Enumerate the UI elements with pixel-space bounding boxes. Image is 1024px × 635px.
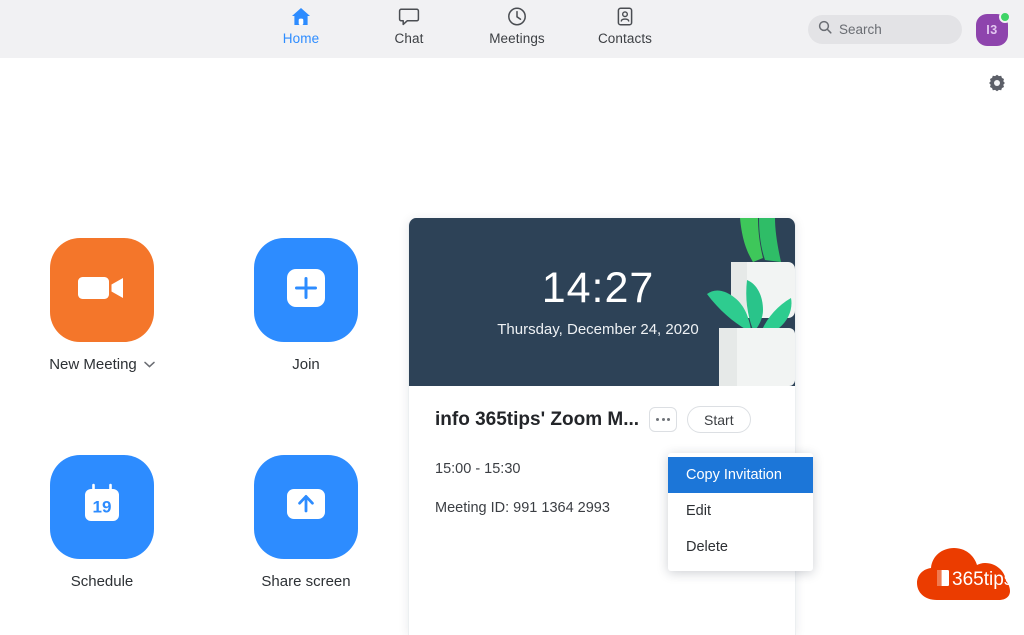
search-icon [818, 20, 832, 39]
avatar[interactable]: I3 [976, 14, 1008, 46]
tab-meetings[interactable]: Meetings [481, 4, 553, 46]
context-menu-item-edit[interactable]: Edit [668, 493, 813, 529]
quick-actions: New Meeting Join [0, 58, 408, 635]
watermark-365tips: 365tips [915, 546, 1011, 608]
chat-bubble-icon [398, 4, 420, 28]
home-icon [290, 4, 312, 28]
schedule-label: Schedule [71, 573, 134, 590]
meeting-title-row: info 365tips' Zoom M... Start [435, 406, 769, 433]
schedule-icon-box[interactable]: 19 [50, 455, 154, 559]
tab-meetings-label: Meetings [489, 31, 545, 46]
cloud-logo-icon: 365tips [915, 546, 1011, 608]
share-screen-label-row: Share screen [261, 573, 350, 590]
tab-chat-label: Chat [395, 31, 424, 46]
tab-chat[interactable]: Chat [373, 4, 445, 46]
context-menu-item-copy-invitation[interactable]: Copy Invitation [668, 457, 813, 493]
clock-icon [506, 4, 528, 28]
new-meeting-label-row: New Meeting [49, 356, 155, 373]
app-header: Home Chat Meetings [0, 0, 1024, 58]
tab-contacts[interactable]: Contacts [589, 4, 661, 46]
meeting-title: info 365tips' Zoom M... [435, 409, 639, 431]
calendar-day-text: 19 [93, 498, 112, 517]
calendar-icon: 19 [77, 480, 127, 533]
main-navigation: Home Chat Meetings [265, 4, 661, 46]
context-menu-item-delete[interactable]: Delete [668, 529, 813, 565]
join-label-row: Join [292, 356, 320, 373]
share-screen-label: Share screen [261, 573, 350, 590]
new-meeting-icon-box[interactable] [50, 238, 154, 342]
clock-time: 14:27 [409, 264, 795, 313]
status-dot [999, 11, 1011, 23]
meeting-context-menu: Copy Invitation Edit Delete [668, 453, 813, 571]
search-box[interactable] [808, 15, 962, 44]
dot-3 [667, 418, 670, 421]
search-input[interactable] [839, 22, 949, 37]
share-screen-tile[interactable]: Share screen [254, 455, 358, 626]
meeting-more-button[interactable] [649, 407, 677, 432]
settings-button[interactable] [986, 73, 1008, 95]
new-meeting-label: New Meeting [49, 356, 137, 373]
tab-home-label: Home [283, 31, 319, 46]
tab-home[interactable]: Home [265, 4, 337, 46]
clock-date: Thursday, December 24, 2020 [409, 321, 795, 338]
join-tile[interactable]: Join [254, 238, 358, 409]
dot-1 [656, 418, 659, 421]
up-arrow-screen-icon [281, 483, 331, 530]
schedule-label-row: Schedule [71, 573, 134, 590]
tab-contacts-label: Contacts [598, 31, 652, 46]
schedule-tile[interactable]: 19 Schedule [50, 455, 154, 626]
watermark-text: 365tips [952, 569, 1011, 590]
share-screen-icon-box[interactable] [254, 455, 358, 559]
plus-square-icon [283, 265, 329, 316]
video-camera-icon [76, 270, 128, 311]
clock-banner: 14:27 Thursday, December 24, 2020 [409, 218, 795, 386]
new-meeting-tile[interactable]: New Meeting [49, 238, 155, 409]
dot-2 [662, 418, 665, 421]
person-card-icon [614, 4, 636, 28]
start-meeting-button[interactable]: Start [687, 406, 751, 433]
join-icon-box[interactable] [254, 238, 358, 342]
upcoming-meeting-card: 14:27 Thursday, December 24, 2020 info 3… [408, 218, 796, 635]
gear-icon [986, 82, 1008, 99]
join-label: Join [292, 356, 320, 373]
chevron-down-icon[interactable] [144, 361, 155, 368]
